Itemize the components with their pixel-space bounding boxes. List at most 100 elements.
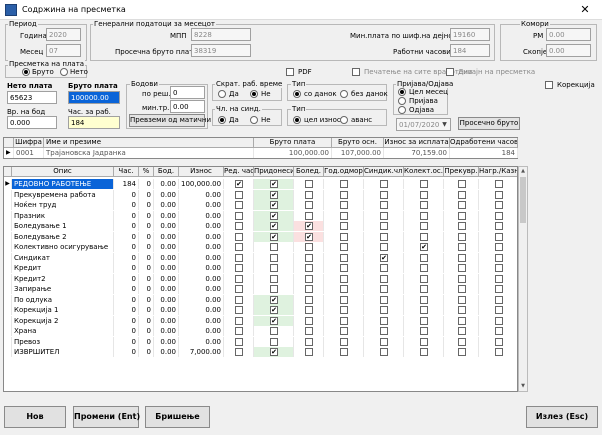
item-flag-checkbox[interactable]	[235, 274, 243, 283]
design-checkbox[interactable]	[446, 68, 454, 76]
item-hours[interactable]: 0	[114, 263, 139, 273]
chevron-down-icon[interactable]: ▼	[440, 120, 449, 129]
item-flag-checkbox[interactable]	[457, 264, 466, 272]
item-flag-checkbox[interactable]	[420, 337, 428, 346]
item-amount[interactable]: 0.00	[179, 263, 224, 273]
item-flag-checkbox[interactable]	[340, 264, 348, 272]
item-amount[interactable]: 0.00	[179, 200, 224, 210]
item-percent[interactable]: 0	[139, 294, 154, 305]
items-grid[interactable]: Опис Час. % Бод. Износ Ред. час Придонес…	[3, 166, 518, 392]
union-yes-radio[interactable]	[218, 116, 226, 124]
item-points[interactable]: 0.00	[154, 305, 179, 315]
item-flag-checkbox[interactable]	[340, 337, 348, 346]
item-points[interactable]: 0.00	[154, 231, 179, 242]
col-collective-header[interactable]: Колект.ос.	[404, 167, 444, 177]
item-flag-checkbox[interactable]	[340, 190, 348, 199]
item-flag-checkbox[interactable]	[340, 348, 348, 356]
item-hours[interactable]: 0	[114, 189, 139, 200]
item-flag-checkbox[interactable]: ✔	[270, 348, 278, 356]
item-amount[interactable]: 100,000.00	[179, 179, 224, 189]
item-flag-checkbox[interactable]	[305, 327, 313, 335]
employee-grid[interactable]: Шифра Име и презиме Бруто плата Бруто ос…	[3, 137, 518, 159]
item-flag-checkbox[interactable]	[457, 211, 466, 220]
item-description[interactable]: Корекција 1	[12, 305, 114, 315]
item-flag-checkbox[interactable]: ✔	[305, 232, 313, 241]
item-amount[interactable]: 0.00	[179, 273, 224, 284]
item-flag-checkbox[interactable]	[420, 274, 428, 283]
item-flag-checkbox[interactable]	[495, 337, 503, 346]
item-percent[interactable]: 0	[139, 252, 154, 263]
item-flag-checkbox[interactable]	[340, 295, 348, 304]
col-desc-header[interactable]: Опис	[12, 167, 114, 177]
item-flag-checkbox[interactable]	[495, 348, 503, 356]
item-amount[interactable]: 0.00	[179, 294, 224, 305]
item-percent[interactable]: 0	[139, 326, 154, 336]
take-from-master-button[interactable]: Превземи од матични	[129, 114, 211, 127]
col-gross-header[interactable]: Бруто плата	[254, 138, 332, 148]
employee-code[interactable]: 0001	[14, 148, 44, 158]
item-hours[interactable]: 0	[114, 284, 139, 294]
item-flag-checkbox[interactable]	[420, 348, 428, 356]
calc-net-radio[interactable]	[60, 68, 68, 76]
col-vacation-header[interactable]: Год.одмор	[324, 167, 364, 177]
item-percent[interactable]: 0	[139, 284, 154, 294]
item-flag-checkbox[interactable]: ✔	[270, 201, 278, 209]
items-scrollbar[interactable]: ▲ ▼	[518, 166, 528, 392]
item-amount[interactable]: 0.00	[179, 210, 224, 221]
item-description[interactable]: Кредит	[12, 263, 114, 273]
col-sick-header[interactable]: Болед.	[294, 167, 324, 177]
col-pct-header[interactable]: %	[139, 167, 154, 177]
new-button[interactable]: Нов	[4, 406, 66, 428]
item-flag-checkbox[interactable]	[495, 243, 503, 251]
item-flag-checkbox[interactable]	[235, 253, 243, 262]
col-base-header[interactable]: Бруто осн.	[332, 138, 384, 148]
item-flag-checkbox[interactable]	[340, 243, 348, 251]
item-flag-checkbox[interactable]	[457, 285, 466, 293]
item-flag-checkbox[interactable]	[380, 243, 388, 251]
close-icon[interactable]: ✕	[573, 3, 597, 17]
item-percent[interactable]: 0	[139, 221, 154, 231]
exit-button[interactable]: Излез (Esc)	[526, 406, 598, 428]
item-flag-checkbox[interactable]	[235, 243, 243, 251]
year-field[interactable]: 2020	[46, 28, 81, 41]
item-flag-checkbox[interactable]	[340, 211, 348, 220]
item-flag-checkbox[interactable]	[305, 243, 313, 251]
item-flag-checkbox[interactable]	[380, 348, 388, 356]
item-flag-checkbox[interactable]	[235, 222, 243, 230]
unregister-radio[interactable]	[398, 106, 406, 114]
item-percent[interactable]: 0	[139, 305, 154, 315]
item-flag-checkbox[interactable]	[305, 201, 313, 209]
item-flag-checkbox[interactable]	[305, 190, 313, 199]
item-description[interactable]: Превоз	[12, 336, 114, 347]
item-flag-checkbox[interactable]	[495, 264, 503, 272]
item-points[interactable]: 0.00	[154, 210, 179, 221]
work-hours-field[interactable]: 184	[450, 44, 490, 57]
item-description[interactable]: Празник	[12, 210, 114, 221]
item-percent[interactable]: 0	[139, 347, 154, 357]
item-points[interactable]: 0.00	[154, 284, 179, 294]
skopje-field[interactable]: 0.00	[546, 44, 591, 57]
col-name-header[interactable]: Име и презиме	[44, 138, 254, 148]
item-flag-checkbox[interactable]	[380, 180, 388, 188]
item-description[interactable]: Храна	[12, 326, 114, 336]
item-percent[interactable]: 0	[139, 242, 154, 252]
item-flag-checkbox[interactable]	[457, 337, 466, 346]
employee-pay[interactable]: 70,159.00	[384, 148, 450, 158]
item-flag-checkbox[interactable]	[495, 285, 503, 293]
item-points[interactable]: 0.00	[154, 273, 179, 284]
item-hours[interactable]: 0	[114, 242, 139, 252]
item-flag-checkbox[interactable]	[235, 190, 243, 199]
col-amount-header[interactable]: Износ	[179, 167, 224, 177]
item-flag-checkbox[interactable]	[340, 316, 348, 325]
short-time-no-radio[interactable]	[250, 90, 258, 98]
item-flag-checkbox[interactable]: ✔	[270, 190, 278, 199]
item-flag-checkbox[interactable]	[495, 190, 503, 199]
item-flag-checkbox[interactable]	[380, 295, 388, 304]
without-tax-radio[interactable]	[340, 90, 348, 98]
item-flag-checkbox[interactable]	[457, 222, 466, 230]
item-percent[interactable]: 0	[139, 200, 154, 210]
item-flag-checkbox[interactable]	[495, 274, 503, 283]
item-points[interactable]: 0.00	[154, 200, 179, 210]
item-flag-checkbox[interactable]	[457, 295, 466, 304]
correction-checkbox[interactable]	[545, 81, 553, 89]
